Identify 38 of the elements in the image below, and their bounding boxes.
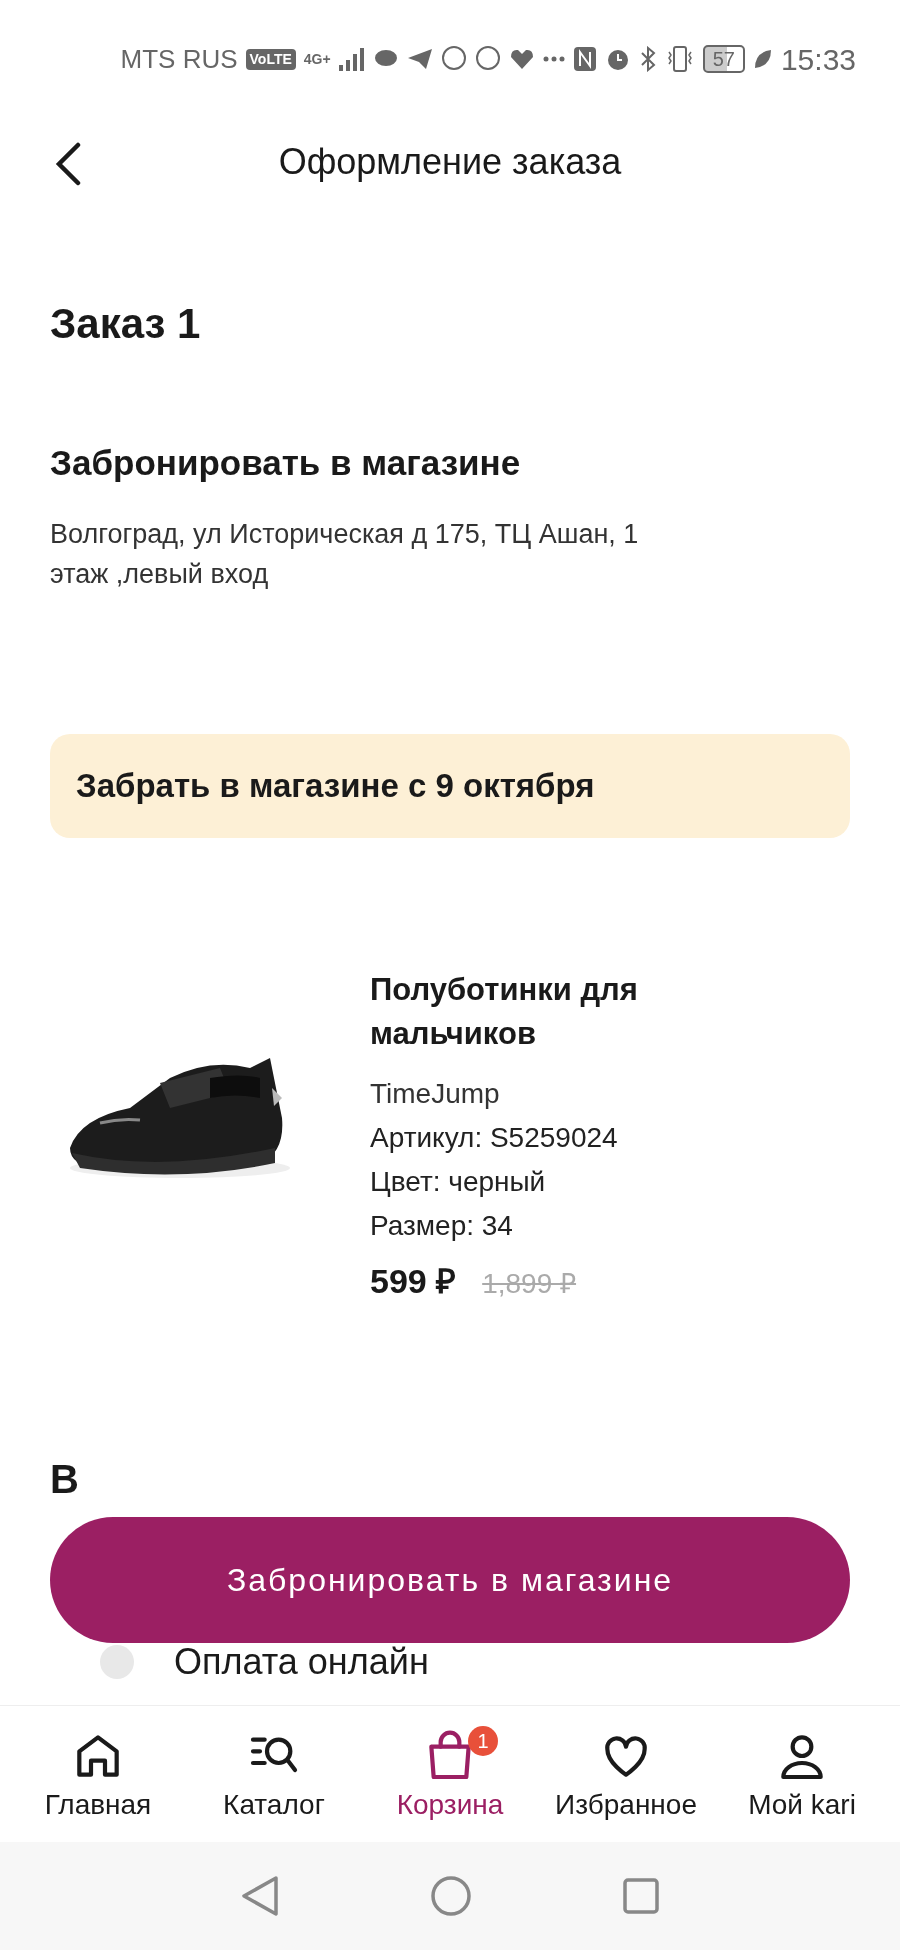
nav-tab[interactable]: 1 Корзина — [366, 1722, 534, 1826]
leaf-icon — [752, 48, 773, 70]
product-detail: Цвет: черный — [370, 1164, 547, 1199]
delivery-title: Забронировать в магазине — [50, 442, 522, 484]
nav-tab[interactable]: Главная — [14, 1722, 182, 1826]
old-price: 1,899 ₽ — [482, 1266, 577, 1301]
network-type: 4G+ — [303, 49, 331, 69]
heart-icon — [508, 47, 535, 71]
more-icon — [542, 56, 565, 62]
signal-icon — [338, 47, 365, 71]
nav-tab[interactable]: Каталог — [190, 1722, 358, 1826]
payment-option-label[interactable]: Оплата онлайн — [174, 1642, 429, 1681]
battery-indicator: 57 — [702, 45, 745, 73]
clock-time: 15:33 — [780, 41, 856, 78]
product-detail: Размер: 34 — [370, 1208, 514, 1243]
product-detail: Артикул: S5259024 — [370, 1120, 619, 1155]
page-title: Оформление заказа — [278, 140, 622, 184]
pickup-banner: Забрать в магазине с 9 октября — [50, 733, 850, 838]
payment-title: В — [50, 1456, 80, 1501]
bluetooth-icon — [638, 46, 657, 72]
carrier-name: MTS RUS — [120, 42, 238, 76]
nav-tab[interactable]: Мой kari — [718, 1722, 886, 1826]
recents-square-icon[interactable] — [622, 1877, 660, 1915]
cart-badge: 1 — [468, 1726, 498, 1756]
store-address: Волгоград, ул Историческая д 175, ТЦ Ашан, 1 этаж ,левый вход — [50, 517, 640, 591]
product-price: 599 ₽ — [370, 1260, 457, 1302]
nfc-icon — [572, 46, 597, 72]
paper-plane-icon — [406, 47, 433, 71]
back-icon — [54, 142, 82, 186]
order-title: Заказ 1 — [50, 299, 202, 349]
back-icon[interactable] — [240, 1874, 280, 1918]
reserve-button[interactable]: Забронировать в магазине — [50, 1517, 850, 1643]
volte-badge: VoLTE — [245, 48, 296, 70]
nav-tab[interactable]: Избранное — [542, 1722, 710, 1826]
product-brand: TimeJump — [370, 1076, 501, 1111]
radio-button[interactable] — [100, 1644, 134, 1679]
home-circle-icon[interactable] — [430, 1875, 472, 1917]
product-name: Полуботинки для мальчиков — [370, 970, 639, 1053]
